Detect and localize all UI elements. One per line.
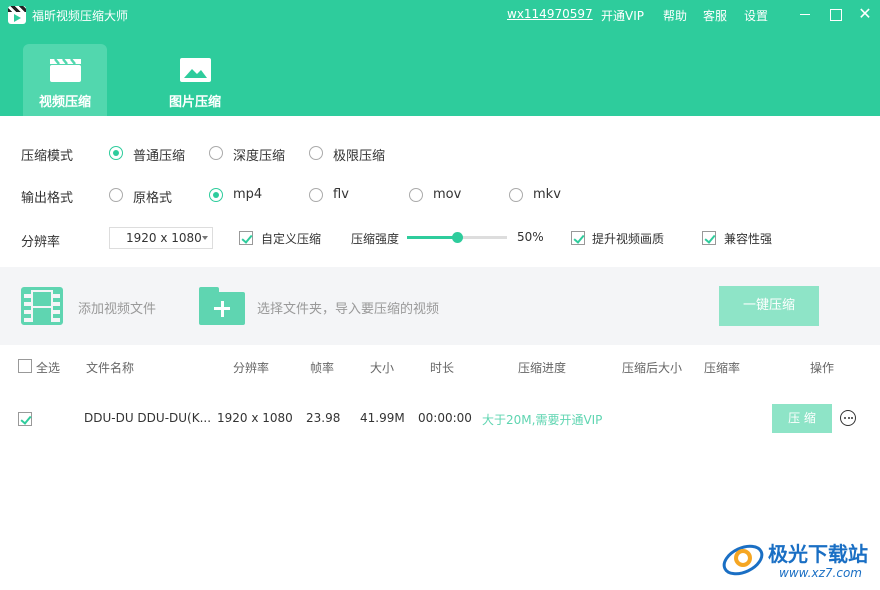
compress-mode-label: 压缩模式 — [21, 149, 74, 164]
close-button[interactable]: ✕ — [856, 5, 874, 23]
settings-link[interactable]: 设置 — [744, 7, 768, 24]
tab-bar: 视频压缩 图片压缩 — [0, 30, 880, 116]
radio-mkv[interactable] — [509, 188, 523, 202]
slider-handle[interactable] — [452, 232, 463, 243]
image-icon — [180, 58, 211, 82]
col-filename: 文件名称 — [86, 361, 135, 375]
compress-button[interactable]: 压 缩 — [772, 404, 832, 433]
resolution-select[interactable]: 1920 x 1080 — [109, 227, 213, 249]
output-format-label: 输出格式 — [21, 191, 74, 206]
account-link[interactable]: wx114970597 — [507, 7, 593, 21]
cell-progress-warning[interactable]: 大于20M,需要开通VIP — [482, 411, 602, 428]
enhance-quality-label: 提升视频画质 — [592, 232, 665, 246]
help-link[interactable]: 帮助 — [663, 7, 687, 24]
radio-mov-label: mov — [433, 187, 462, 202]
radio-extreme[interactable] — [309, 146, 323, 160]
col-duration: 时长 — [430, 361, 455, 375]
radio-normal[interactable] — [109, 146, 123, 160]
row-checkbox[interactable] — [18, 412, 32, 426]
col-compressed-size: 压缩后大小 — [622, 361, 683, 375]
radio-original[interactable] — [109, 188, 123, 202]
custom-compress-label: 自定义压缩 — [261, 232, 322, 246]
tab-label: 图片压缩 — [168, 95, 221, 110]
radio-extreme-label: 极限压缩 — [333, 149, 386, 164]
watermark-site-name: 极光下载站 — [768, 542, 868, 566]
strength-value: 50% — [517, 230, 544, 244]
folder-add-icon[interactable] — [199, 287, 245, 325]
cell-fps: 23.98 — [306, 411, 341, 425]
title-bar: 福昕视频压缩大师 wx114970597 开通VIP 帮助 客服 设置 ✕ — [0, 0, 880, 30]
tab-label: 视频压缩 — [38, 95, 91, 110]
col-ratio: 压缩率 — [704, 361, 741, 375]
resolution-value: 1920 x 1080 — [126, 231, 202, 245]
strength-label: 压缩强度 — [351, 232, 400, 246]
radio-flv-label: flv — [333, 187, 349, 202]
app-logo-icon — [8, 6, 26, 24]
compatibility-checkbox[interactable] — [702, 231, 716, 245]
open-vip-link[interactable]: 开通VIP — [601, 7, 644, 24]
cell-duration: 00:00:00 — [418, 411, 472, 425]
radio-mp4[interactable] — [209, 188, 223, 202]
col-resolution: 分辨率 — [233, 361, 270, 375]
select-folder-link[interactable]: 选择文件夹，导入要压缩的视频 — [257, 298, 439, 317]
col-fps: 帧率 — [310, 361, 335, 375]
radio-mkv-label: mkv — [533, 187, 561, 202]
select-all-label: 全选 — [36, 361, 61, 375]
minimize-button[interactable] — [796, 5, 814, 23]
cell-resolution: 1920 x 1080 — [217, 411, 293, 425]
radio-deep-label: 深度压缩 — [233, 149, 286, 164]
clapperboard-icon — [50, 58, 81, 82]
compatibility-label: 兼容性强 — [724, 232, 773, 246]
strength-slider[interactable] — [407, 232, 507, 243]
chevron-down-icon — [202, 236, 208, 240]
radio-flv[interactable] — [309, 188, 323, 202]
tab-image-compress[interactable]: 图片压缩 — [153, 44, 237, 116]
custom-compress-checkbox[interactable] — [239, 231, 253, 245]
radio-deep[interactable] — [209, 146, 223, 160]
tab-video-compress[interactable]: 视频压缩 — [23, 44, 107, 116]
maximize-button[interactable] — [826, 5, 844, 23]
slider-fill — [407, 236, 457, 239]
col-action: 操作 — [810, 361, 835, 375]
watermark-url: www.xz7.com — [779, 566, 862, 580]
service-link[interactable]: 客服 — [703, 7, 727, 24]
radio-mov[interactable] — [409, 188, 423, 202]
cell-size: 41.99M — [360, 411, 405, 425]
select-all-checkbox[interactable] — [18, 359, 32, 373]
app-title: 福昕视频压缩大师 — [32, 9, 129, 23]
enhance-quality-checkbox[interactable] — [571, 231, 585, 245]
film-icon[interactable] — [21, 287, 63, 325]
one-key-compress-button[interactable]: 一键压缩 — [719, 286, 819, 326]
radio-original-label: 原格式 — [133, 191, 173, 206]
cell-filename: DDU-DU DDU-DU(K... — [84, 411, 212, 425]
radio-normal-label: 普通压缩 — [133, 149, 186, 164]
radio-mp4-label: mp4 — [233, 187, 263, 202]
add-video-file-link[interactable]: 添加视频文件 — [78, 298, 156, 317]
col-progress: 压缩进度 — [518, 361, 567, 375]
resolution-label: 分辨率 — [21, 235, 61, 250]
add-file-bar: 添加视频文件 选择文件夹，导入要压缩的视频 一键压缩 — [0, 267, 880, 345]
watermark-logo-icon — [722, 544, 764, 576]
col-size: 大小 — [370, 361, 395, 375]
more-options-icon[interactable] — [840, 410, 856, 426]
